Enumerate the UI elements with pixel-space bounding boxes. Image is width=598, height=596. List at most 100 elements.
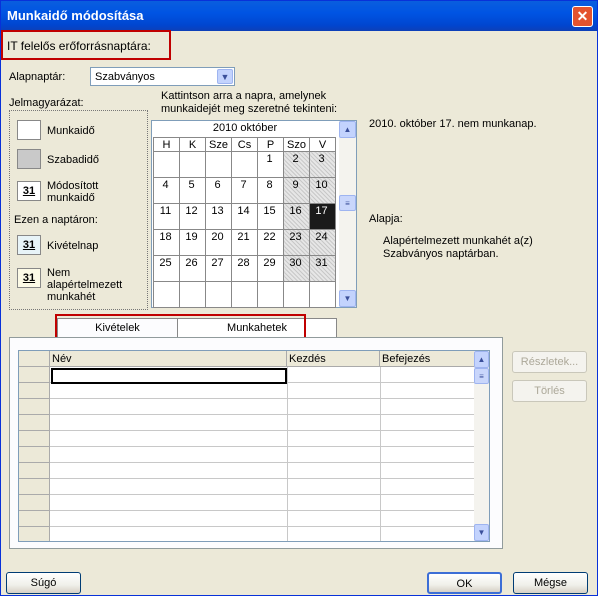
chevron-down-icon[interactable]: ▼ <box>217 69 233 84</box>
weekday-header: V <box>309 137 336 152</box>
calendar-day[interactable] <box>283 281 310 308</box>
base-calendar-select[interactable]: Szabványos ▼ <box>90 67 235 86</box>
calendar-day[interactable]: 1 <box>257 151 284 178</box>
close-button[interactable]: ✕ <box>572 6 593 27</box>
row-header[interactable] <box>19 495 50 511</box>
ok-button[interactable]: OK <box>427 572 502 594</box>
calendar-day[interactable]: 23 <box>283 229 310 256</box>
row-header[interactable] <box>19 367 50 383</box>
day-status-text: 2010. október 17. nem munkanap. <box>369 118 537 130</box>
row-header[interactable] <box>19 431 50 447</box>
help-button[interactable]: Súgó <box>6 572 81 594</box>
scroll-thumb[interactable]: ≡ <box>339 195 356 211</box>
active-cell[interactable] <box>51 368 287 384</box>
column-header-name[interactable]: Név <box>50 351 287 367</box>
calendar-day[interactable]: 26 <box>179 255 206 282</box>
legend-working-label: Munkaidő <box>47 125 95 137</box>
instruction-text: Kattintson arra a napra, amelynek munkai… <box>161 90 338 115</box>
scroll-down-icon[interactable]: ▼ <box>474 524 489 541</box>
scroll-down-icon[interactable]: ▼ <box>339 290 356 307</box>
calendar-day[interactable]: 7 <box>231 177 258 204</box>
basis-label: Alapja: <box>369 213 403 225</box>
calendar-day[interactable] <box>257 281 284 308</box>
edited-working-swatch: 31 <box>17 181 41 201</box>
cancel-button[interactable]: Mégse <box>513 572 588 594</box>
calendar-day[interactable] <box>205 151 232 178</box>
calendar-day[interactable]: 25 <box>153 255 180 282</box>
row-header[interactable] <box>19 447 50 463</box>
on-this-calendar-label: Ezen a naptáron: <box>14 214 98 226</box>
details-button[interactable]: Részletek... <box>512 351 587 373</box>
grid-corner <box>19 351 50 367</box>
calendar-day[interactable] <box>309 281 336 308</box>
calendar-day[interactable]: 11 <box>153 203 180 230</box>
weekday-header: K <box>179 137 206 152</box>
weekday-header: P <box>257 137 284 152</box>
calendar-day[interactable]: 21 <box>231 229 258 256</box>
calendar-day[interactable] <box>205 281 232 308</box>
calendar-for-label: IT felelős erőforrásnaptára: <box>7 39 151 53</box>
calendar-day[interactable] <box>153 281 180 308</box>
base-calendar-value: Szabványos <box>95 71 155 83</box>
calendar-day[interactable] <box>231 151 258 178</box>
exceptions-grid[interactable]: Név Kezdés Befejezés ▲ ≡ ▼ <box>18 350 490 542</box>
calendar-day[interactable]: 12 <box>179 203 206 230</box>
row-header[interactable] <box>19 415 50 431</box>
column-header-end[interactable]: Befejezés <box>380 351 476 367</box>
grid-line <box>50 526 476 527</box>
calendar-day[interactable]: 16 <box>283 203 310 230</box>
calendar-day[interactable]: 29 <box>257 255 284 282</box>
calendar-day[interactable] <box>179 281 206 308</box>
highlight-box-tabs <box>55 314 306 339</box>
scroll-thumb[interactable]: ≡ <box>474 368 489 384</box>
weekday-header: Sze <box>205 137 232 152</box>
calendar-day[interactable]: 22 <box>257 229 284 256</box>
calendar-day[interactable]: 31 <box>309 255 336 282</box>
row-header[interactable] <box>19 383 50 399</box>
calendar-day[interactable] <box>179 151 206 178</box>
calendar-day[interactable]: 27 <box>205 255 232 282</box>
calendar-day[interactable]: 30 <box>283 255 310 282</box>
window-title: Munkaidő módosítása <box>7 8 144 23</box>
base-calendar-label: Alapnaptár: <box>9 71 66 83</box>
exception-day-swatch: 31 <box>17 235 41 255</box>
legend-edited-label: Módosított munkaidő <box>47 180 99 204</box>
calendar-day[interactable] <box>231 281 258 308</box>
scroll-up-icon[interactable]: ▲ <box>474 351 489 368</box>
row-header[interactable] <box>19 479 50 495</box>
calendar-day[interactable]: 14 <box>231 203 258 230</box>
calendar-day[interactable]: 6 <box>205 177 232 204</box>
nondefault-week-swatch: 31 <box>17 268 41 288</box>
calendar-day[interactable]: 17 <box>309 203 336 230</box>
column-header-start[interactable]: Kezdés <box>287 351 380 367</box>
calendar-day[interactable]: 18 <box>153 229 180 256</box>
grid-scrollbar[interactable]: ▲ ≡ ▼ <box>474 351 489 541</box>
calendar-day[interactable]: 13 <box>205 203 232 230</box>
calendar-day[interactable]: 4 <box>153 177 180 204</box>
row-header[interactable] <box>19 527 50 541</box>
row-header[interactable] <box>19 463 50 479</box>
calendar-day[interactable]: 15 <box>257 203 284 230</box>
calendar-day[interactable]: 28 <box>231 255 258 282</box>
grid-line <box>287 367 288 541</box>
calendar-widget[interactable]: 2010 október H K Sze Cs P Szo V 1 2 3 4 5 6 7 8 9 10 11 1… <box>151 120 357 308</box>
calendar-day[interactable]: 24 <box>309 229 336 256</box>
row-header[interactable] <box>19 399 50 415</box>
scroll-up-icon[interactable]: ▲ <box>339 121 356 138</box>
calendar-day[interactable]: 19 <box>179 229 206 256</box>
row-header[interactable] <box>19 511 50 527</box>
calendar-day[interactable]: 20 <box>205 229 232 256</box>
calendar-scrollbar[interactable]: ▲ ≡ ▼ <box>339 121 356 307</box>
calendar-day[interactable]: 5 <box>179 177 206 204</box>
calendar-day[interactable]: 8 <box>257 177 284 204</box>
calendar-day[interactable]: 10 <box>309 177 336 204</box>
grid-line <box>380 367 381 541</box>
calendar-day[interactable] <box>153 151 180 178</box>
calendar-day[interactable]: 2 <box>283 151 310 178</box>
grid-line <box>50 510 476 511</box>
calendar-day[interactable]: 9 <box>283 177 310 204</box>
grid-line <box>50 478 476 479</box>
calendar-day[interactable]: 3 <box>309 151 336 178</box>
delete-button[interactable]: Törlés <box>512 380 587 402</box>
legend-exception-label: Kivételnap <box>47 240 99 252</box>
